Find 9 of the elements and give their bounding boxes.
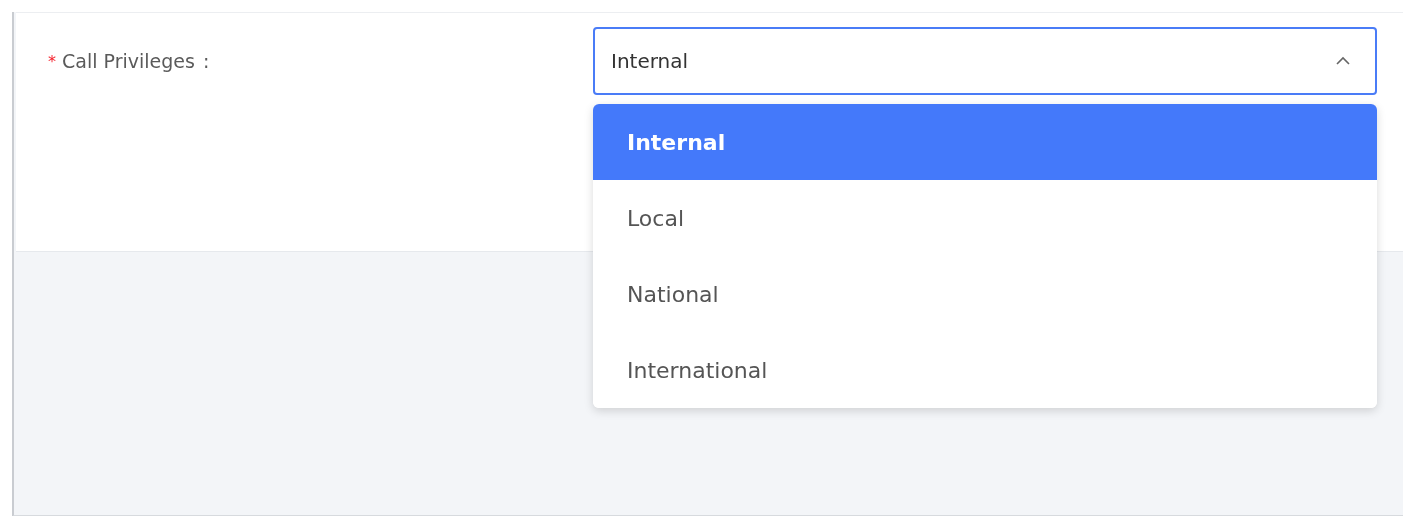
required-mark: * <box>48 51 56 71</box>
dropdown-option[interactable]: National <box>593 256 1377 332</box>
dropdown-option[interactable]: International <box>593 332 1377 408</box>
field-label: Call Privileges <box>62 50 195 72</box>
select-field[interactable]: Internal <box>593 27 1377 95</box>
label-colon: : <box>202 50 210 72</box>
dropdown-option[interactable]: Local <box>593 180 1377 256</box>
chevron-icon <box>1335 56 1351 66</box>
dropdown-option[interactable]: Internal <box>593 104 1377 180</box>
